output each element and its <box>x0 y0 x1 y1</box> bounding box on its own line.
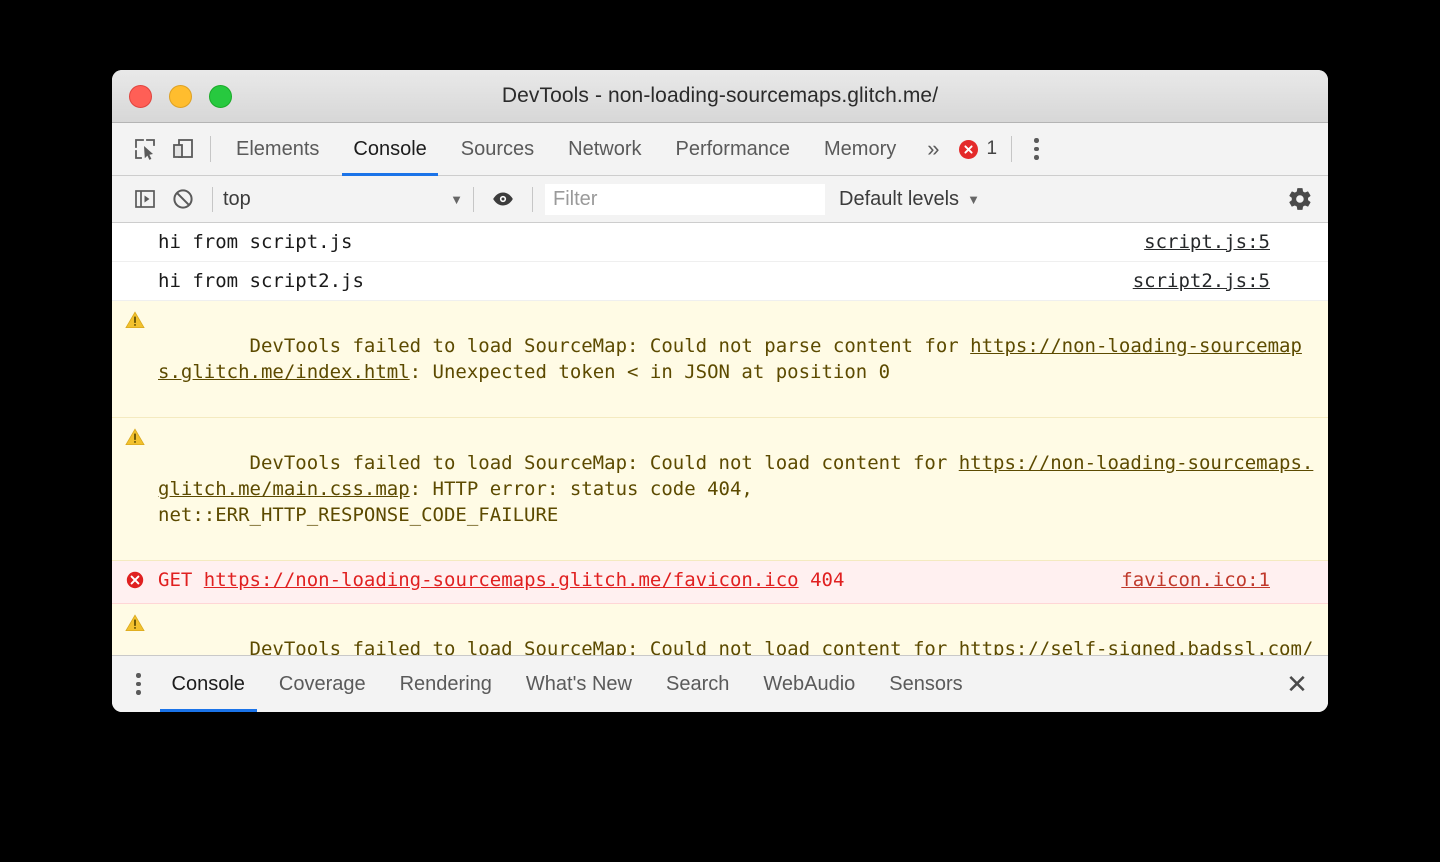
http-method: GET <box>158 569 192 591</box>
tab-label: Elements <box>236 138 319 161</box>
message-text: hi from script.js <box>158 229 1132 255</box>
drawer-tab-label: Rendering <box>400 673 492 696</box>
message-link[interactable]: https://non-loading-sourcemaps.glitch.me… <box>204 569 799 591</box>
drawer-tab-label: Console <box>172 673 245 696</box>
gear-icon[interactable] <box>1272 176 1328 223</box>
message-gutter <box>112 610 158 640</box>
drawer-tab-whats-new[interactable]: What's New <box>509 656 649 712</box>
message-suffix: : Unexpected token < in JSON at position… <box>410 361 890 383</box>
message-gutter <box>112 229 158 232</box>
close-window-button[interactable] <box>129 85 152 108</box>
device-toolbar-icon[interactable] <box>164 130 202 168</box>
message-gutter <box>112 567 158 597</box>
tab-elements[interactable]: Elements <box>219 123 336 176</box>
message-text: DevTools failed to load SourceMap: Could… <box>158 610 1328 655</box>
drawer-tab-coverage[interactable]: Coverage <box>262 656 383 712</box>
console-message-error[interactable]: GET https://non-loading-sourcemaps.glitc… <box>112 561 1328 604</box>
clear-console-icon[interactable] <box>164 180 202 218</box>
drawer-tab-label: Coverage <box>279 673 366 696</box>
tab-label: Console <box>353 138 426 161</box>
live-expression-eye-icon[interactable] <box>484 180 522 218</box>
window-controls <box>129 85 232 108</box>
tab-network[interactable]: Network <box>551 123 658 176</box>
tab-memory[interactable]: Memory <box>807 123 913 176</box>
warning-triangle-icon <box>125 613 145 640</box>
more-tabs-icon[interactable]: » <box>913 136 953 162</box>
console-toolbar-divider <box>212 187 213 212</box>
message-text: hi from script2.js <box>158 268 1121 294</box>
toolbar-divider <box>210 136 211 162</box>
minimize-window-button[interactable] <box>169 85 192 108</box>
message-source-link[interactable]: script.js:5 <box>1132 229 1328 255</box>
drawer-tab-label: WebAudio <box>763 673 855 696</box>
warning-triangle-icon <box>125 427 145 454</box>
devtools-window: DevTools - non-loading-sourcemaps.glitch… <box>112 70 1328 712</box>
warning-triangle-icon <box>125 310 145 337</box>
console-message-warning[interactable]: DevTools failed to load SourceMap: Could… <box>112 604 1328 655</box>
message-text: GET https://non-loading-sourcemaps.glitc… <box>158 567 1109 593</box>
error-circle-icon <box>959 140 978 159</box>
drawer-tab-rendering[interactable]: Rendering <box>383 656 509 712</box>
log-levels-select[interactable]: Default levels ▼ <box>839 188 980 211</box>
drawer-tab-sensors[interactable]: Sensors <box>872 656 979 712</box>
close-drawer-button[interactable]: ✕ <box>1266 656 1328 712</box>
message-prefix: DevTools failed to load SourceMap: Could… <box>250 638 959 655</box>
message-prefix: DevTools failed to load SourceMap: Could… <box>250 452 959 474</box>
drawer-tab-label: Search <box>666 673 729 696</box>
console-message-list[interactable]: hi from script.js script.js:5 hi from sc… <box>112 223 1328 655</box>
http-status: 404 <box>810 569 844 591</box>
console-toolbar-divider-2 <box>473 187 474 212</box>
message-gutter <box>112 424 158 454</box>
message-gutter <box>112 268 158 271</box>
zoom-window-button[interactable] <box>209 85 232 108</box>
console-toolbar-divider-3 <box>532 187 533 212</box>
message-gutter <box>112 307 158 337</box>
drawer-tab-label: What's New <box>526 673 632 696</box>
message-source-link[interactable]: favicon.ico:1 <box>1109 567 1328 593</box>
execution-context-label: top <box>223 188 450 211</box>
tab-label: Sources <box>461 138 534 161</box>
chevron-down-icon: ▼ <box>450 192 463 207</box>
toolbar-divider-2 <box>1011 136 1012 162</box>
message-source-link[interactable]: script2.js:5 <box>1121 268 1328 294</box>
console-message-log[interactable]: hi from script2.js script2.js:5 <box>112 262 1328 301</box>
kebab-menu-icon[interactable] <box>1020 138 1053 160</box>
console-sidebar-icon[interactable] <box>126 180 164 218</box>
drawer-tab-webaudio[interactable]: WebAudio <box>746 656 872 712</box>
chevron-down-icon: ▼ <box>967 192 980 207</box>
panel-tabbar: Elements Console Sources Network Perform… <box>112 123 1328 176</box>
console-message-log[interactable]: hi from script.js script.js:5 <box>112 223 1328 262</box>
drawer-tab-label: Sensors <box>889 673 962 696</box>
tab-performance[interactable]: Performance <box>659 123 808 176</box>
error-circle-icon <box>125 570 145 597</box>
drawer-tab-search[interactable]: Search <box>649 656 746 712</box>
tab-label: Network <box>568 138 641 161</box>
tab-console[interactable]: Console <box>336 123 443 176</box>
drawer-kebab-menu-icon[interactable] <box>122 673 155 695</box>
message-text: DevTools failed to load SourceMap: Could… <box>158 424 1328 554</box>
window-titlebar: DevTools - non-loading-sourcemaps.glitch… <box>112 70 1328 123</box>
tab-sources[interactable]: Sources <box>444 123 551 176</box>
console-message-warning[interactable]: DevTools failed to load SourceMap: Could… <box>112 418 1328 561</box>
tab-label: Memory <box>824 138 896 161</box>
console-toolbar: top ▼ Default levels ▼ <box>112 176 1328 223</box>
error-count-label: 1 <box>986 138 997 160</box>
error-count-badge[interactable]: 1 <box>953 138 1003 160</box>
log-levels-label: Default levels <box>839 188 959 211</box>
window-title: DevTools - non-loading-sourcemaps.glitch… <box>112 84 1328 108</box>
console-message-warning[interactable]: DevTools failed to load SourceMap: Could… <box>112 301 1328 418</box>
execution-context-select[interactable]: top ▼ <box>223 188 463 211</box>
inspect-element-icon[interactable] <box>126 130 164 168</box>
filter-input[interactable] <box>545 184 825 215</box>
drawer-tabbar: Console Coverage Rendering What's New Se… <box>112 655 1328 712</box>
message-text: DevTools failed to load SourceMap: Could… <box>158 307 1328 411</box>
message-prefix: DevTools failed to load SourceMap: Could… <box>250 335 971 357</box>
drawer-tab-console[interactable]: Console <box>155 656 262 712</box>
tab-label: Performance <box>676 138 791 161</box>
